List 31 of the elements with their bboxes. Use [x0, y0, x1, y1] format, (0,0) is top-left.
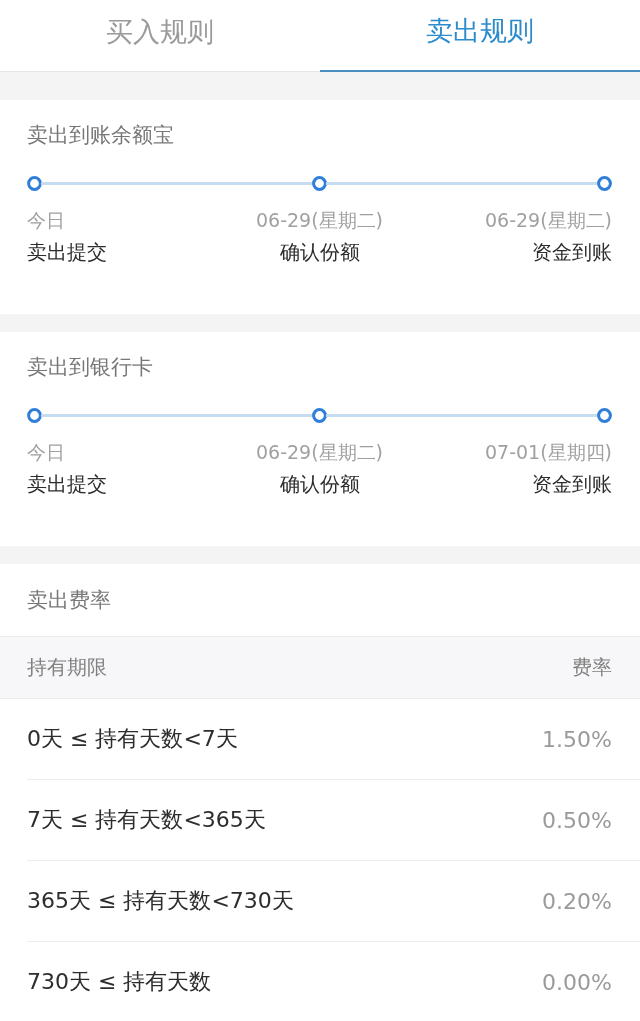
step-label: 确认份额 [279, 239, 360, 266]
column-header: 持有期限 [27, 654, 107, 681]
step-date: 今日 [27, 440, 65, 465]
ring-icon [27, 176, 42, 191]
step-date: 今日 [27, 208, 65, 233]
step-label: 卖出提交 [27, 471, 107, 498]
fee-rate-cell: 0.50% [542, 807, 612, 833]
fee-rate-cell: 0.20% [542, 888, 612, 914]
ring-icon [312, 176, 327, 191]
step-label: 确认份额 [279, 471, 360, 498]
step-date: 06-29(星期二) [255, 440, 383, 465]
ring-icon [597, 176, 612, 191]
ring-icon [597, 408, 612, 423]
section-title: 卖出费率 [26, 587, 112, 614]
holding-period-cell-text: 7天 ≤ 持有天数<365天 [27, 806, 266, 834]
fee-rate-cell: 0.00% [542, 969, 612, 995]
holding-period-cell-text: 730天 ≤ 持有天数 [27, 968, 212, 996]
step-date: 06-29(星期二) [484, 208, 612, 233]
holding-period-cell-text: 0天 ≤ 持有天数<7天 [27, 725, 238, 753]
section-title: 卖出到账余额宝 [27, 122, 175, 149]
ring-icon [312, 408, 327, 423]
section-title: 卖出到银行卡 [27, 354, 154, 381]
step-date: 06-29(星期二) [255, 208, 383, 233]
step-date: 07-01(星期四) [484, 440, 612, 465]
ring-icon [27, 408, 42, 423]
step-label: 资金到账 [532, 471, 612, 498]
step-label: 卖出提交 [27, 239, 107, 266]
column-header: 费率 [572, 654, 612, 681]
step-label: 资金到账 [532, 239, 612, 266]
holding-period-cell-text: 365天 ≤ 持有天数<730天 [27, 887, 294, 915]
fee-rate-cell: 1.50% [542, 726, 612, 752]
